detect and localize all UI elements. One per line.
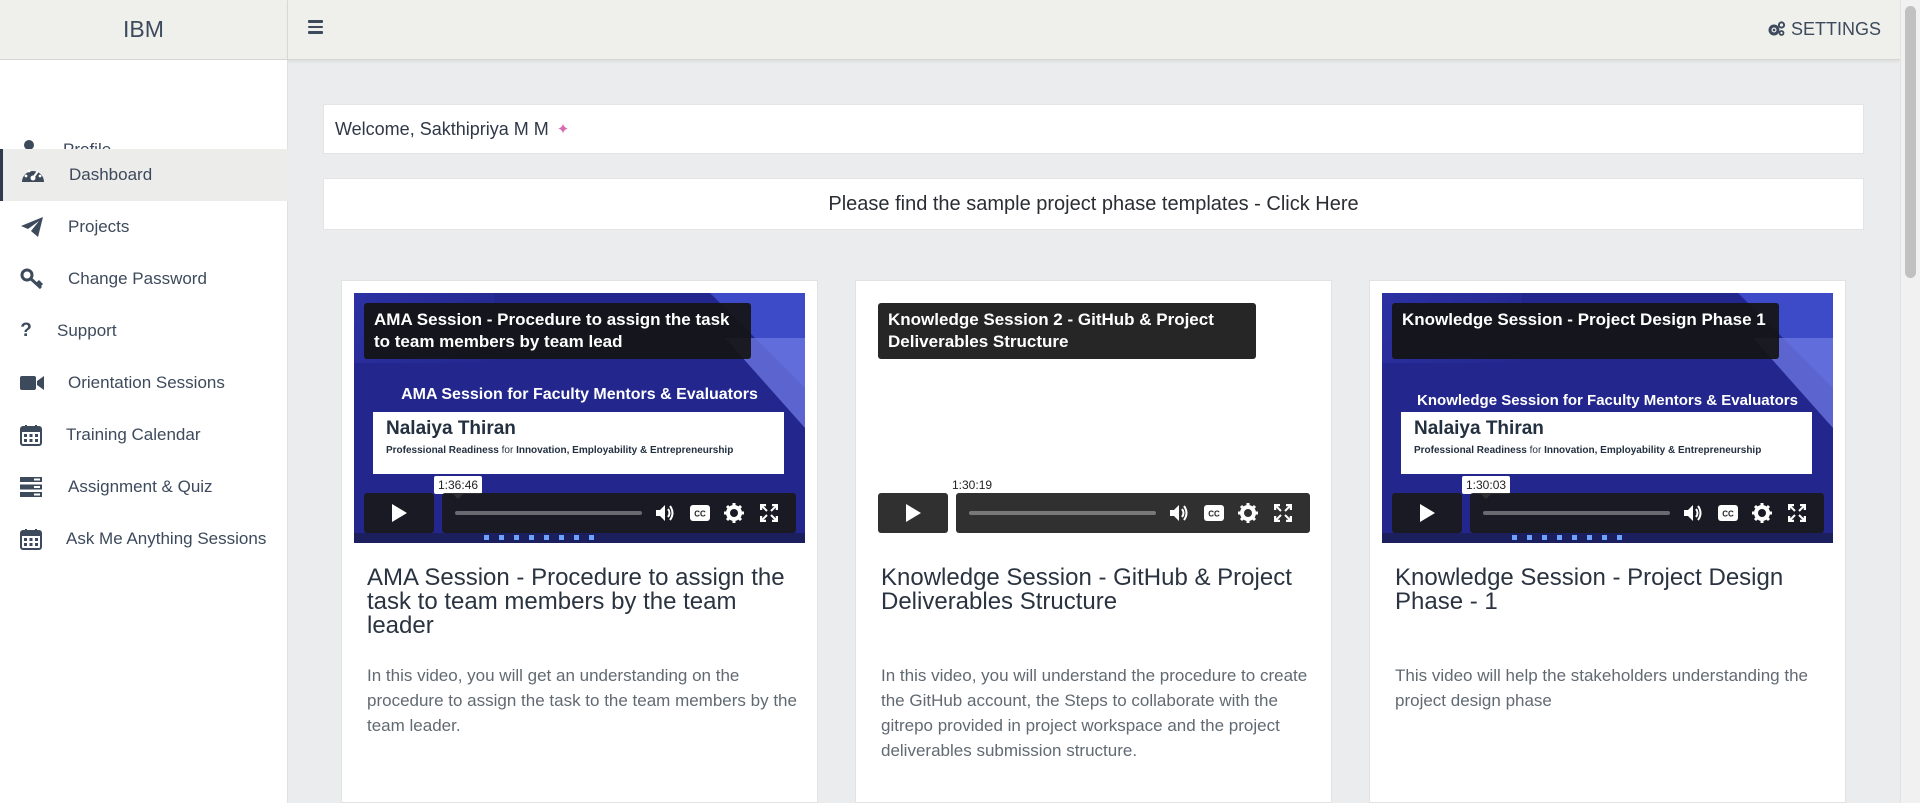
slide-heading: AMA Session for Faculty Mentors & Evalua…: [401, 386, 758, 403]
sidebar-item-label: Assignment & Quiz: [68, 477, 213, 496]
volume-icon[interactable]: [1682, 502, 1704, 524]
card-description: In this video, you will get an understan…: [367, 666, 797, 735]
scrollbar-thumb[interactable]: [1905, 6, 1916, 278]
video-title-overlay: Knowledge Session 2 - GitHub & Project D…: [878, 303, 1256, 359]
sidebar-item-label: Projects: [68, 217, 130, 236]
sidebar-item-projects[interactable]: Projects: [0, 201, 288, 253]
sidebar-item-change-password[interactable]: Change Password: [0, 253, 288, 305]
sidebar-item-ask-me-anything[interactable]: Ask Me Anything Sessions: [0, 513, 288, 565]
settings-label: SETTINGS: [1790, 18, 1881, 39]
sidebar-item-assignment-quiz[interactable]: Assignment & Quiz: [0, 461, 288, 513]
card-description: This video will help the stakeholders un…: [1395, 666, 1808, 710]
video-title-overlay: AMA Session - Procedure to assign the ta…: [364, 303, 751, 359]
party-popper-icon: ✦: [556, 121, 570, 138]
video-player[interactable]: AMA Session for Faculty Mentors & Evalua…: [354, 293, 805, 543]
key-icon: [17, 266, 47, 292]
play-button[interactable]: [1392, 493, 1462, 533]
video-controls: CC: [442, 493, 796, 533]
fullscreen-icon[interactable]: [1786, 502, 1808, 524]
slide-name: Nalaiya Thiran: [1414, 418, 1544, 439]
brand-title: IBM: [123, 16, 164, 42]
captions-icon[interactable]: CC: [1717, 502, 1739, 524]
slide-tagline: Professional Readiness for Innovation, E…: [386, 445, 734, 456]
settings-gear-icon[interactable]: [1751, 502, 1773, 524]
captions-icon[interactable]: CC: [689, 502, 711, 524]
taskbar-strip: [354, 533, 805, 543]
volume-icon[interactable]: [1168, 502, 1190, 524]
templates-link-text: Please find the sample project phase tem…: [828, 192, 1359, 215]
captions-icon[interactable]: CC: [1203, 502, 1225, 524]
duration-tooltip: 1:36:46: [434, 476, 483, 499]
svg-text:CC: CC: [1208, 510, 1220, 519]
paper-plane-icon: [17, 214, 47, 240]
top-bar: SETTINGS: [288, 0, 1900, 60]
duration-tooltip: 1:30:03: [1462, 476, 1511, 499]
slide-title-box: Nalaiya Thiran Professional Readiness fo…: [1401, 412, 1812, 474]
slide-heading: Knowledge Session for Faculty Mentors & …: [1417, 392, 1798, 409]
progress-bar[interactable]: [969, 511, 1156, 515]
play-button[interactable]: [364, 493, 434, 533]
card-title: Knowledge Session - GitHub & Project Del…: [881, 564, 1292, 615]
hamburger-menu-icon[interactable]: [308, 18, 326, 36]
templates-link[interactable]: Please find the sample project phase tem…: [323, 178, 1864, 230]
card-title: Knowledge Session - Project Design Phase…: [1395, 564, 1784, 615]
video-controls: CC: [1470, 493, 1824, 533]
volume-icon[interactable]: [654, 502, 676, 524]
sidebar-item-label: Training Calendar: [66, 425, 201, 444]
card-title: AMA Session - Procedure to assign the ta…: [367, 564, 785, 639]
video-card: Knowledge Session 2 - GitHub & Project D…: [855, 280, 1332, 803]
question-icon: ?: [20, 320, 32, 341]
dashboard-icon: [18, 162, 48, 188]
sidebar-item-label: Support: [57, 321, 117, 340]
sidebar-item-support[interactable]: ? Support: [0, 305, 288, 357]
welcome-text: Welcome, Sakthipriya M M: [335, 118, 549, 139]
sidebar-item-label: Change Password: [68, 269, 207, 288]
settings-button[interactable]: SETTINGS: [1768, 0, 1881, 58]
sidebar-item-label: Dashboard: [69, 165, 153, 184]
sidebar-item-dashboard[interactable]: Dashboard: [0, 149, 288, 201]
taskbar-strip: [1382, 533, 1833, 543]
sidebar-item-training-calendar[interactable]: Training Calendar: [0, 409, 288, 461]
card-description: In this video, you will understand the p…: [881, 666, 1308, 760]
slide-title-box: Nalaiya Thiran Professional Readiness fo…: [373, 412, 784, 474]
brand-logo[interactable]: IBM: [0, 0, 288, 60]
settings-gear-icon[interactable]: [1237, 502, 1259, 524]
play-icon: [906, 504, 921, 522]
video-player[interactable]: Knowledge Session for Faculty Mentors & …: [1382, 293, 1833, 543]
video-card: Knowledge Session for Faculty Mentors & …: [1369, 280, 1846, 803]
page-scrollbar[interactable]: [1900, 0, 1920, 803]
svg-text:CC: CC: [1722, 510, 1734, 519]
video-player[interactable]: Knowledge Session 2 - GitHub & Project D…: [868, 293, 1319, 543]
play-button[interactable]: [878, 493, 948, 533]
calendar-icon: [16, 422, 46, 448]
video-title-overlay: Knowledge Session - Project Design Phase…: [1392, 303, 1779, 359]
duration-tooltip: 1:30:19: [948, 476, 997, 499]
sidebar-item-label: Ask Me Anything Sessions: [66, 529, 267, 548]
video-controls: CC: [956, 493, 1310, 533]
progress-bar[interactable]: [455, 511, 642, 515]
sidebar-item-label: Orientation Sessions: [68, 373, 225, 392]
sidebar-item-orientation-sessions[interactable]: Orientation Sessions: [0, 357, 288, 409]
video-camera-icon: [17, 370, 47, 396]
fullscreen-icon[interactable]: [758, 502, 780, 524]
video-card: AMA Session for Faculty Mentors & Evalua…: [341, 280, 818, 803]
svg-text:CC: CC: [694, 510, 706, 519]
settings-gear-icon[interactable]: [723, 502, 745, 524]
play-icon: [392, 504, 407, 522]
sidebar: Profile Dashboard Projects Change Passwo…: [0, 60, 288, 803]
play-icon: [1420, 504, 1435, 522]
gears-icon: [1768, 21, 1786, 36]
fullscreen-icon[interactable]: [1272, 502, 1294, 524]
slide-name: Nalaiya Thiran: [386, 418, 516, 439]
slide-tagline: Professional Readiness for Innovation, E…: [1414, 445, 1762, 456]
progress-bar[interactable]: [1483, 511, 1670, 515]
list-icon: [16, 474, 46, 500]
calendar-icon: [16, 526, 46, 552]
welcome-banner: Welcome, Sakthipriya M M ✦: [323, 104, 1864, 154]
